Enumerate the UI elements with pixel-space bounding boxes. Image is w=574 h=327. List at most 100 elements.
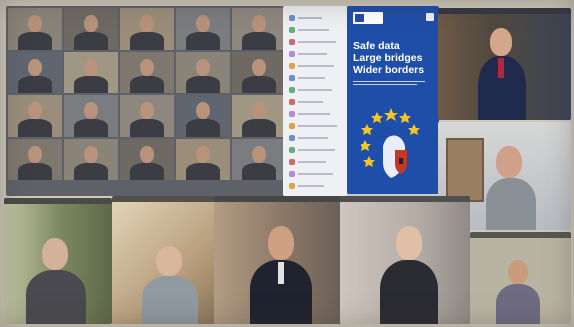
avatar-icon: [289, 171, 295, 177]
participant-name-line: [298, 53, 327, 55]
participant-list-item[interactable]: [289, 38, 339, 47]
participant-body: [186, 119, 220, 137]
participant-name-line: [298, 77, 325, 79]
video-tile-participant: [4, 198, 112, 324]
participant-head: [28, 145, 42, 163]
participant-list-item[interactable]: [289, 98, 339, 107]
eu-flag-icon: [355, 14, 364, 22]
participant-head: [140, 15, 154, 33]
video-tile-participant: [214, 196, 342, 324]
avatar-icon: [289, 15, 295, 21]
avatar-icon: [289, 27, 295, 33]
participant-list-item[interactable]: [289, 134, 339, 143]
painting-frame: [446, 138, 484, 202]
participant-list-item[interactable]: [289, 146, 339, 155]
participant-body: [18, 162, 52, 180]
avatar-icon: [289, 135, 295, 141]
participant-list-item[interactable]: [289, 182, 339, 191]
participant-name-line: [298, 173, 333, 175]
avatar-icon: [289, 159, 295, 165]
video-tile: [232, 51, 286, 93]
video-tile-participant: [340, 196, 470, 324]
participant-head: [84, 145, 98, 163]
participant-body: [242, 32, 276, 50]
participant-head: [28, 102, 42, 120]
video-tile: [176, 8, 230, 50]
participant-name-line: [298, 161, 326, 163]
participant-list-item[interactable]: [289, 86, 339, 95]
participant-head: [84, 58, 98, 76]
participant-body: [74, 162, 108, 180]
participant-body: [186, 75, 220, 93]
participant-head: [196, 15, 210, 33]
slogan-line: Large bridges: [353, 52, 423, 64]
participant-body: [130, 75, 164, 93]
star-icon: [384, 108, 398, 121]
participant-name-line: [298, 113, 330, 115]
video-tile: [176, 138, 230, 180]
star-icon: [408, 124, 420, 135]
participant-head: [140, 58, 154, 76]
participant-body: [186, 32, 220, 50]
participant-list-item[interactable]: [289, 122, 339, 131]
participant-name-line: [298, 125, 337, 127]
logo-icon: [426, 13, 434, 21]
participant-list-item[interactable]: [289, 74, 339, 83]
avatar-icon: [289, 75, 295, 81]
video-tile: [120, 51, 174, 93]
star-icon: [361, 124, 373, 135]
participant-body: [130, 162, 164, 180]
video-tile: [120, 138, 174, 180]
video-tile: [8, 138, 62, 180]
avatar-icon: [289, 183, 295, 189]
participant-list-item[interactable]: [289, 158, 339, 167]
participant-head: [140, 145, 154, 163]
conference-poster: Safe data Large bridges Wider borders: [347, 6, 439, 194]
star-icon: [371, 112, 383, 123]
participant-body: [74, 32, 108, 50]
video-tile: [120, 95, 174, 137]
participant-list-item[interactable]: [289, 26, 339, 35]
participant-name-line: [298, 149, 335, 151]
avatar-icon: [289, 39, 295, 45]
participant-head: [84, 15, 98, 33]
participant-strip: [470, 232, 571, 238]
participant-head: [196, 58, 210, 76]
participant-list-item[interactable]: [289, 62, 339, 71]
avatar-icon: [289, 99, 295, 105]
avatar-icon: [289, 51, 295, 57]
star-icon: [399, 112, 411, 123]
participant-list-item[interactable]: [289, 14, 339, 23]
participant-head: [252, 15, 266, 33]
participant-list-item[interactable]: [289, 170, 339, 179]
participant-body: [242, 75, 276, 93]
participant-head: [84, 102, 98, 120]
participant-head: [28, 15, 42, 33]
video-tile: [176, 95, 230, 137]
avatar-icon: [289, 147, 295, 153]
video-tile: [8, 8, 62, 50]
participant-name-line: [298, 185, 324, 187]
avatar-icon: [289, 63, 295, 69]
slogan-line: Wider borders: [353, 64, 425, 76]
participant-name-line: [298, 41, 336, 43]
participant-body: [18, 32, 52, 50]
video-tile: [232, 95, 286, 137]
participant-name-line: [298, 17, 322, 19]
poster-subtext: [353, 80, 431, 87]
participant-head: [252, 102, 266, 120]
video-tile: [232, 138, 286, 180]
poster-slogan: Safe data Large bridges Wider borders: [353, 40, 424, 76]
participant-head: [28, 58, 42, 76]
video-tile: [64, 51, 118, 93]
avatar-icon: [289, 111, 295, 117]
star-icon: [363, 156, 375, 167]
video-tile-participant: [470, 232, 571, 324]
participant-name-line: [298, 65, 334, 67]
participant-head: [196, 102, 210, 120]
participant-body: [242, 119, 276, 137]
participant-list-item[interactable]: [289, 50, 339, 59]
star-circle-graphic: [361, 108, 420, 178]
video-tile: [120, 8, 174, 50]
participant-list-item[interactable]: [289, 110, 339, 119]
